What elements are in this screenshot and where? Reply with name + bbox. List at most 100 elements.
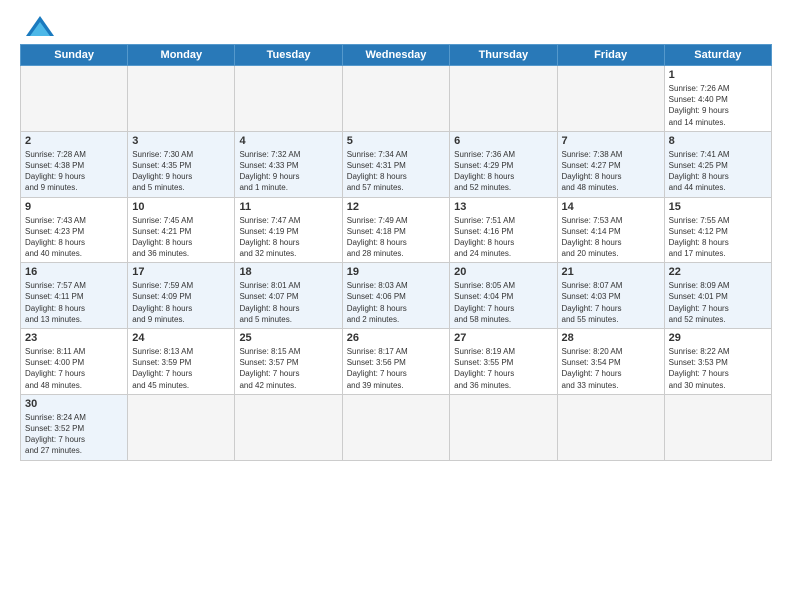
day-info: Sunrise: 8:03 AM Sunset: 4:06 PM Dayligh…: [347, 280, 445, 325]
calendar-day: [557, 66, 664, 132]
day-number: 24: [132, 332, 230, 344]
logo-text: [20, 16, 54, 36]
calendar-day: 3Sunrise: 7:30 AM Sunset: 4:35 PM Daylig…: [128, 131, 235, 197]
calendar-day: 13 Sunrise: 7:51 AM Sunset: 4:16 PM Dayli…: [450, 197, 557, 263]
calendar-day: [342, 66, 449, 132]
calendar-week-row: 30 Sunrise: 8:24 AM Sunset: 3:52 PM Dayli…: [21, 394, 772, 460]
day-info: Sunrise: 7:45 AM Sunset: 4:21 PM Dayligh…: [132, 215, 230, 260]
day-number: 12: [347, 201, 445, 213]
calendar-day: [450, 66, 557, 132]
day-info: Sunrise: 8:19 AM Sunset: 3:55 PM Dayligh…: [454, 346, 552, 391]
calendar-week-row: 16 Sunrise: 7:57 AM Sunset: 4:11 PM Dayli…: [21, 263, 772, 329]
calendar-day: 4 Sunrise: 7:32 AM Sunset: 4:33 PM Daylig…: [235, 131, 342, 197]
calendar-day: [235, 394, 342, 460]
calendar-day: [664, 394, 771, 460]
calendar-day: 29 Sunrise: 8:22 AM Sunset: 3:53 PM Dayli…: [664, 329, 771, 395]
day-info: Sunrise: 7:57 AM Sunset: 4:11 PM Dayligh…: [25, 280, 123, 325]
day-info: Sunrise: 7:43 AM Sunset: 4:23 PM Dayligh…: [25, 215, 123, 260]
calendar-day: 21 Sunrise: 8:07 AM Sunset: 4:03 PM Dayli…: [557, 263, 664, 329]
calendar-day: 2Sunrise: 7:28 AM Sunset: 4:38 PM Daylig…: [21, 131, 128, 197]
calendar-day: 17 Sunrise: 7:59 AM Sunset: 4:09 PM Dayli…: [128, 263, 235, 329]
day-number: 19: [347, 266, 445, 278]
day-number: 16: [25, 266, 123, 278]
calendar-day: [557, 394, 664, 460]
calendar-day: [21, 66, 128, 132]
day-number: 9: [25, 201, 123, 213]
day-number: 18: [239, 266, 337, 278]
calendar-week-row: 2Sunrise: 7:28 AM Sunset: 4:38 PM Daylig…: [21, 131, 772, 197]
day-info: Sunrise: 7:34 AM Sunset: 4:31 PM Dayligh…: [347, 149, 445, 194]
calendar-day: 5 Sunrise: 7:34 AM Sunset: 4:31 PM Daylig…: [342, 131, 449, 197]
day-info: Sunrise: 7:28 AM Sunset: 4:38 PM Dayligh…: [25, 149, 123, 194]
calendar-day: 16 Sunrise: 7:57 AM Sunset: 4:11 PM Dayli…: [21, 263, 128, 329]
day-number: 27: [454, 332, 552, 344]
day-info: Sunrise: 7:55 AM Sunset: 4:12 PM Dayligh…: [669, 215, 767, 260]
day-number: 10: [132, 201, 230, 213]
calendar-week-row: 9 Sunrise: 7:43 AM Sunset: 4:23 PM Daylig…: [21, 197, 772, 263]
logo-icon: [26, 16, 54, 36]
calendar-day: 7Sunrise: 7:38 AM Sunset: 4:27 PM Daylig…: [557, 131, 664, 197]
calendar-day: 15 Sunrise: 7:55 AM Sunset: 4:12 PM Dayli…: [664, 197, 771, 263]
calendar-day: [235, 66, 342, 132]
calendar: SundayMondayTuesdayWednesdayThursdayFrid…: [20, 44, 772, 461]
day-info: Sunrise: 8:20 AM Sunset: 3:54 PM Dayligh…: [562, 346, 660, 391]
day-number: 4: [239, 135, 337, 147]
calendar-header-monday: Monday: [128, 45, 235, 66]
day-info: Sunrise: 8:01 AM Sunset: 4:07 PM Dayligh…: [239, 280, 337, 325]
calendar-day: 8 Sunrise: 7:41 AM Sunset: 4:25 PM Daylig…: [664, 131, 771, 197]
calendar-day: 25Sunrise: 8:15 AM Sunset: 3:57 PM Dayli…: [235, 329, 342, 395]
day-number: 21: [562, 266, 660, 278]
day-number: 20: [454, 266, 552, 278]
calendar-day: 30 Sunrise: 8:24 AM Sunset: 3:52 PM Dayli…: [21, 394, 128, 460]
calendar-day: 24 Sunrise: 8:13 AM Sunset: 3:59 PM Dayli…: [128, 329, 235, 395]
day-number: 29: [669, 332, 767, 344]
day-info: Sunrise: 8:22 AM Sunset: 3:53 PM Dayligh…: [669, 346, 767, 391]
header: [20, 16, 772, 36]
calendar-header-wednesday: Wednesday: [342, 45, 449, 66]
calendar-day: 27 Sunrise: 8:19 AM Sunset: 3:55 PM Dayli…: [450, 329, 557, 395]
day-number: 3: [132, 135, 230, 147]
day-info: Sunrise: 7:32 AM Sunset: 4:33 PM Dayligh…: [239, 149, 337, 194]
day-number: 14: [562, 201, 660, 213]
calendar-day: [450, 394, 557, 460]
day-info: Sunrise: 7:41 AM Sunset: 4:25 PM Dayligh…: [669, 149, 767, 194]
calendar-day: 6 Sunrise: 7:36 AM Sunset: 4:29 PM Daylig…: [450, 131, 557, 197]
calendar-header-sunday: Sunday: [21, 45, 128, 66]
page: SundayMondayTuesdayWednesdayThursdayFrid…: [0, 0, 792, 612]
calendar-header-thursday: Thursday: [450, 45, 557, 66]
calendar-day: 1Sunrise: 7:26 AM Sunset: 4:40 PM Daylig…: [664, 66, 771, 132]
day-info: Sunrise: 7:51 AM Sunset: 4:16 PM Dayligh…: [454, 215, 552, 260]
day-number: 17: [132, 266, 230, 278]
day-number: 5: [347, 135, 445, 147]
calendar-day: 20 Sunrise: 8:05 AM Sunset: 4:04 PM Dayli…: [450, 263, 557, 329]
day-number: 26: [347, 332, 445, 344]
calendar-day: [128, 394, 235, 460]
calendar-day: [128, 66, 235, 132]
calendar-day: 12 Sunrise: 7:49 AM Sunset: 4:18 PM Dayli…: [342, 197, 449, 263]
day-info: Sunrise: 7:36 AM Sunset: 4:29 PM Dayligh…: [454, 149, 552, 194]
day-info: Sunrise: 8:24 AM Sunset: 3:52 PM Dayligh…: [25, 412, 123, 457]
day-number: 7: [562, 135, 660, 147]
day-number: 8: [669, 135, 767, 147]
day-info: Sunrise: 8:05 AM Sunset: 4:04 PM Dayligh…: [454, 280, 552, 325]
day-info: Sunrise: 8:07 AM Sunset: 4:03 PM Dayligh…: [562, 280, 660, 325]
day-number: 22: [669, 266, 767, 278]
day-info: Sunrise: 7:49 AM Sunset: 4:18 PM Dayligh…: [347, 215, 445, 260]
calendar-day: 11Sunrise: 7:47 AM Sunset: 4:19 PM Dayli…: [235, 197, 342, 263]
day-info: Sunrise: 8:13 AM Sunset: 3:59 PM Dayligh…: [132, 346, 230, 391]
day-number: 28: [562, 332, 660, 344]
calendar-day: 18 Sunrise: 8:01 AM Sunset: 4:07 PM Dayli…: [235, 263, 342, 329]
day-number: 30: [25, 398, 123, 410]
day-info: Sunrise: 8:15 AM Sunset: 3:57 PM Dayligh…: [239, 346, 337, 391]
calendar-day: 10 Sunrise: 7:45 AM Sunset: 4:21 PM Dayli…: [128, 197, 235, 263]
calendar-day: [342, 394, 449, 460]
calendar-header-friday: Friday: [557, 45, 664, 66]
calendar-week-row: 23Sunrise: 8:11 AM Sunset: 4:00 PM Dayli…: [21, 329, 772, 395]
day-number: 6: [454, 135, 552, 147]
calendar-week-row: 1Sunrise: 7:26 AM Sunset: 4:40 PM Daylig…: [21, 66, 772, 132]
day-number: 13: [454, 201, 552, 213]
day-info: Sunrise: 8:11 AM Sunset: 4:00 PM Dayligh…: [25, 346, 123, 391]
day-info: Sunrise: 7:59 AM Sunset: 4:09 PM Dayligh…: [132, 280, 230, 325]
calendar-day: 26Sunrise: 8:17 AM Sunset: 3:56 PM Dayli…: [342, 329, 449, 395]
day-number: 15: [669, 201, 767, 213]
